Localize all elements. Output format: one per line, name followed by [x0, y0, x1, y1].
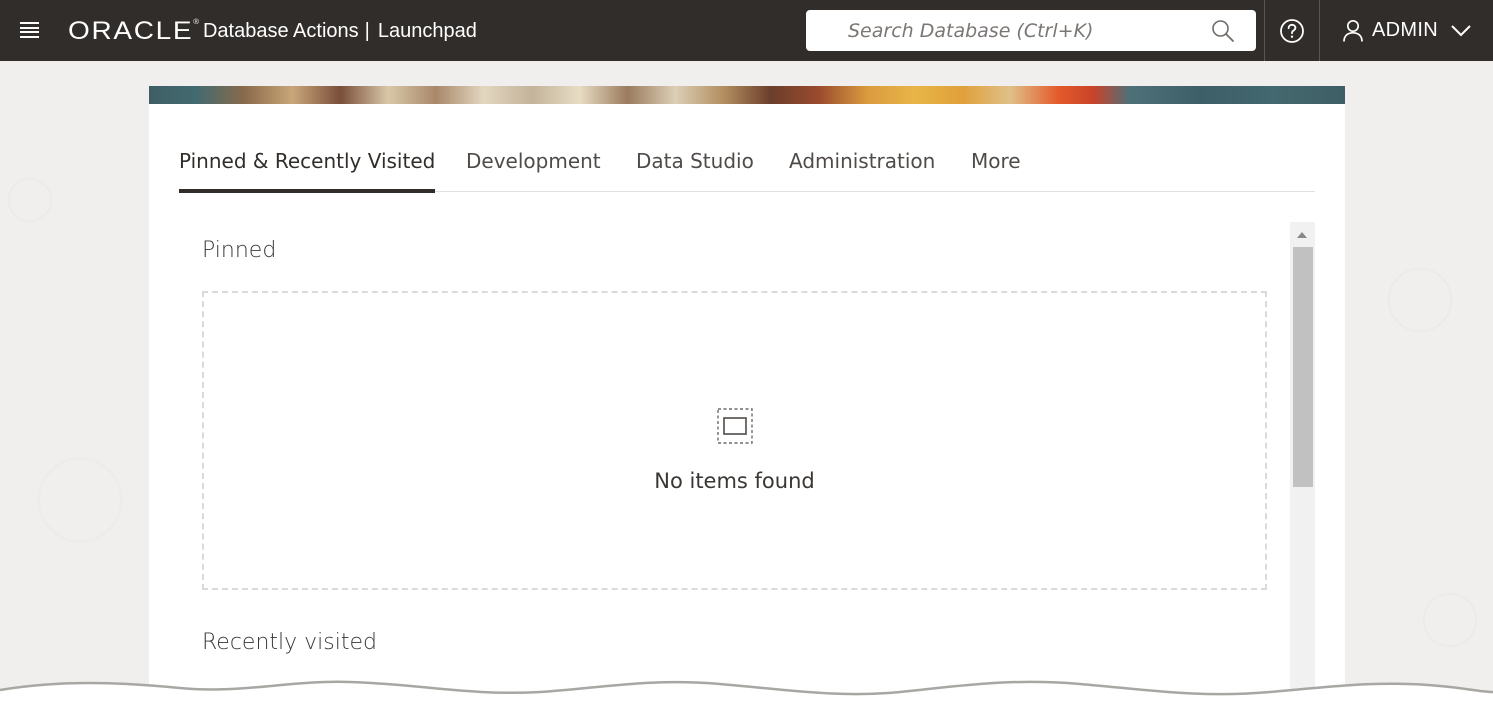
oracle-logo[interactable]: ORACLE® [68, 16, 200, 45]
chevron-down-icon [1451, 24, 1471, 36]
oracle-logo-text: ORACLE [68, 16, 194, 45]
tab-pinned-recently-visited[interactable]: Pinned & Recently Visited [179, 142, 436, 193]
decorative-banner [149, 86, 1345, 104]
scrollbar-thumb[interactable] [1293, 247, 1313, 487]
app-name: Database Actions [202, 19, 359, 42]
registered-mark: ® [193, 18, 200, 26]
pinned-section-title: Pinned [202, 238, 277, 263]
user-icon [1343, 19, 1363, 42]
empty-message: No items found [654, 469, 815, 493]
tab-development[interactable]: Development [466, 142, 601, 192]
empty-box-icon [717, 408, 753, 444]
recently-visited-section-title: Recently visited [202, 630, 377, 655]
tab-administration[interactable]: Administration [789, 142, 935, 192]
top-bar: ORACLE® Database Actions | Launchpad ADM… [0, 0, 1493, 61]
pinned-drop-zone: No items found [202, 291, 1267, 590]
tab-panel: Pinned No items found Recently visited [179, 222, 1315, 703]
help-button[interactable] [1265, 0, 1319, 61]
hamburger-icon[interactable] [20, 22, 39, 38]
launchpad-card: Pinned & Recently Visited Development Da… [149, 104, 1345, 703]
search-input[interactable] [848, 10, 1238, 51]
tab-more[interactable]: More [971, 142, 1021, 192]
tab-bar: Pinned & Recently Visited Development Da… [179, 142, 1315, 193]
search-icon[interactable] [1210, 18, 1236, 44]
page-title: Launchpad [377, 19, 477, 42]
tab-data-studio[interactable]: Data Studio [636, 142, 754, 192]
user-name: ADMIN [1372, 19, 1438, 41]
brand: ORACLE® Database Actions | Launchpad [68, 14, 477, 48]
help-circle-icon [1280, 18, 1304, 43]
panel-scrollbar[interactable] [1290, 222, 1315, 703]
search-box [806, 10, 1256, 51]
user-menu[interactable]: ADMIN [1320, 0, 1493, 61]
title-separator: | [364, 19, 370, 42]
scroll-up-arrow-icon[interactable] [1295, 230, 1309, 240]
